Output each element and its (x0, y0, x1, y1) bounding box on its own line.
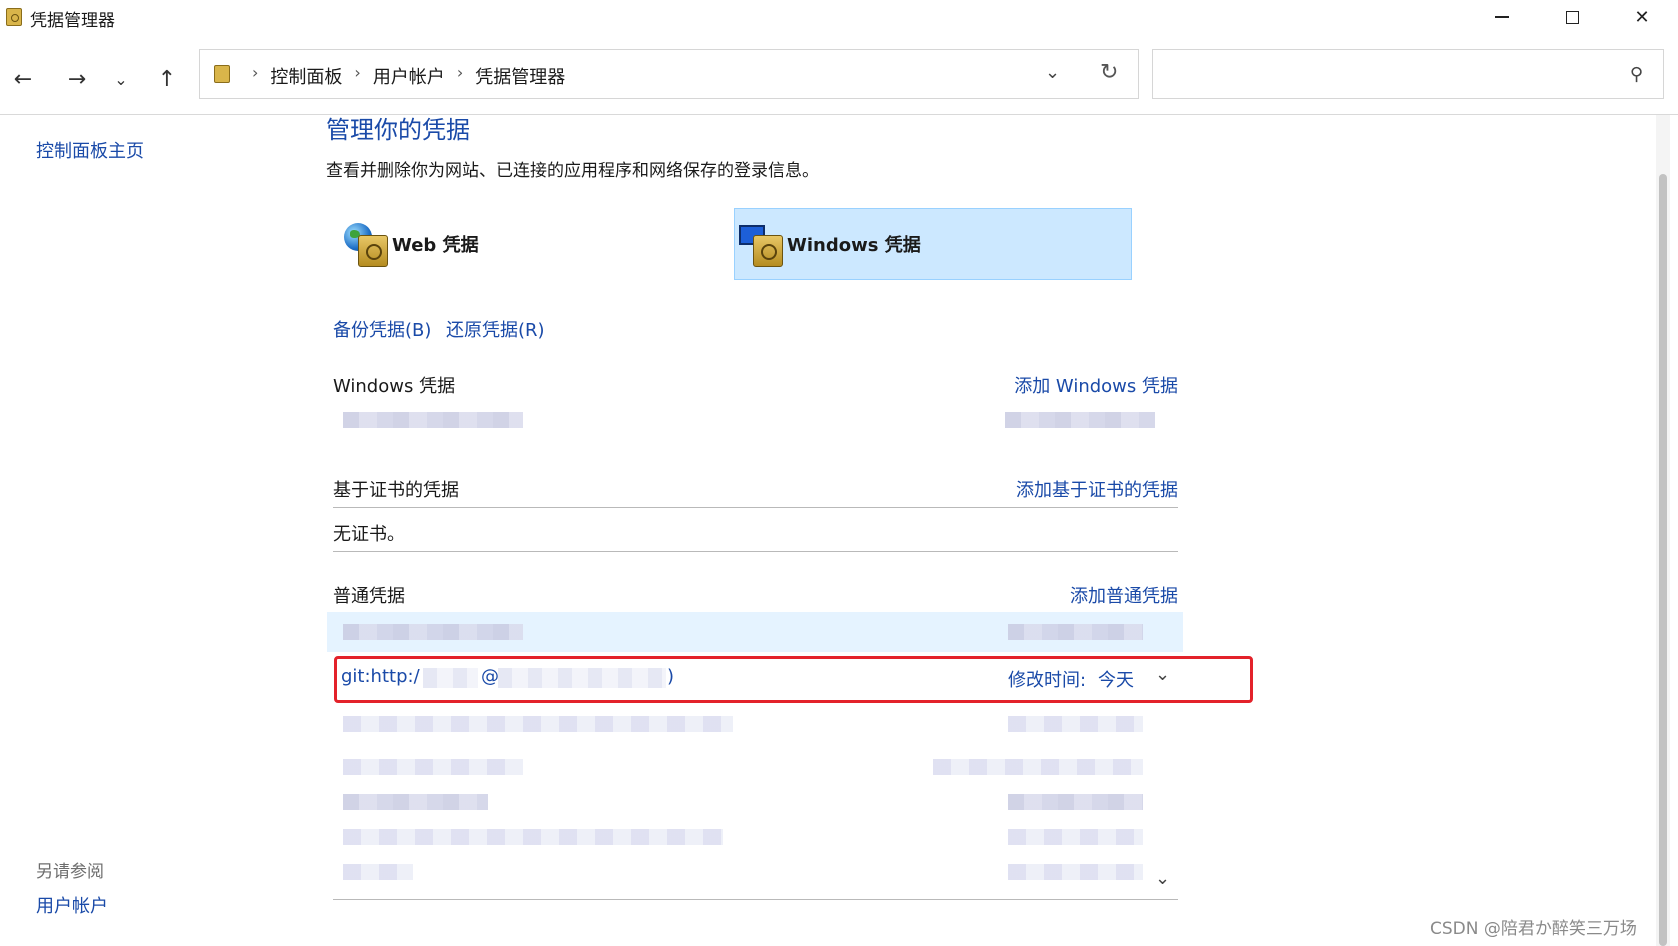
chevron-down-icon: ⌄ (114, 69, 128, 89)
breadcrumb-credential-manager[interactable]: 凭据管理器 (475, 63, 565, 89)
list-item[interactable] (333, 403, 1178, 437)
window-title: 凭据管理器 (30, 11, 115, 31)
refresh-button[interactable]: ↻ (1100, 60, 1118, 85)
title-bar: 凭据管理器 ✕ (0, 0, 1678, 34)
windows-credentials-heading: Windows 凭据 (333, 376, 456, 397)
recent-locations-button[interactable]: ⌄ (106, 64, 136, 94)
backup-credentials-link[interactable]: 备份凭据(B) (333, 316, 431, 342)
sidebar-user-accounts-link[interactable]: 用户帐户 (36, 892, 108, 918)
windows-credentials-icon (737, 219, 785, 269)
credential-manager-icon (6, 8, 22, 26)
breadcrumb-separator: › (456, 63, 464, 82)
list-item[interactable] (333, 707, 1178, 741)
up-arrow-icon: ↑ (157, 66, 177, 92)
windows-credentials-label: Windows 凭据 (787, 235, 921, 256)
page-description: 查看并删除你为网站、已连接的应用程序和网络保存的登录信息。 (326, 161, 819, 181)
up-button[interactable]: ↑ (152, 64, 182, 94)
add-windows-credential-link[interactable]: 添加 Windows 凭据 (1014, 372, 1178, 398)
annotation-highlight-box (334, 656, 1253, 703)
search-icon: ⚲ (1629, 64, 1643, 85)
watermark: CSDN @陪君か醉笑三万场 (1430, 919, 1637, 939)
refresh-icon: ↻ (1100, 60, 1119, 85)
minimize-icon (1495, 16, 1509, 18)
sidebar-control-panel-home[interactable]: 控制面板主页 (36, 137, 144, 163)
divider (333, 507, 1178, 508)
chevron-down-icon: ⌄ (1045, 62, 1061, 83)
expand-chevron-icon[interactable]: ⌄ (1155, 868, 1170, 889)
minimize-button[interactable] (1470, 0, 1534, 34)
back-arrow-icon: ← (13, 66, 33, 92)
list-item[interactable] (333, 820, 1178, 854)
page-title: 管理你的凭据 (326, 116, 470, 144)
forward-arrow-icon: → (67, 66, 87, 92)
add-certificate-credential-link[interactable]: 添加基于证书的凭据 (1016, 476, 1178, 502)
add-generic-credential-link[interactable]: 添加普通凭据 (1070, 582, 1178, 608)
list-item[interactable] (333, 750, 1178, 784)
maximize-icon (1565, 10, 1579, 24)
no-certificates-text: 无证书。 (333, 524, 405, 545)
navigation-bar: ← → ⌄ ↑ › 控制面板 › 用户帐户 › 凭据管理器 ⌄ ↻ ⚲ (0, 34, 1678, 115)
breadcrumb-user-accounts[interactable]: 用户帐户 (373, 63, 445, 89)
address-dropdown-button[interactable]: ⌄ (1045, 62, 1060, 83)
windows-credentials-tab[interactable]: Windows 凭据 (734, 208, 1132, 280)
close-icon: ✕ (1634, 6, 1650, 28)
forward-button[interactable]: → (62, 64, 92, 94)
web-credentials-icon (342, 219, 390, 269)
see-also-heading: 另请参阅 (36, 862, 104, 882)
divider (333, 899, 1178, 900)
breadcrumb-control-panel[interactable]: 控制面板 (270, 63, 342, 89)
back-button[interactable]: ← (8, 64, 38, 94)
breadcrumb-separator: › (354, 63, 361, 82)
list-item[interactable] (333, 785, 1178, 819)
certificate-credentials-heading: 基于证书的凭据 (333, 480, 459, 501)
breadcrumb: › 控制面板 › 用户帐户 › 凭据管理器 (240, 63, 565, 89)
address-bar[interactable]: › 控制面板 › 用户帐户 › 凭据管理器 ⌄ ↻ (199, 49, 1139, 99)
list-item[interactable] (333, 855, 1178, 889)
close-button[interactable]: ✕ (1610, 0, 1674, 34)
scrollbar-thumb[interactable] (1659, 174, 1667, 946)
divider (333, 551, 1178, 552)
generic-credentials-heading: 普通凭据 (333, 586, 405, 607)
list-item[interactable] (333, 615, 1178, 649)
breadcrumb-separator: › (252, 63, 259, 82)
maximize-button[interactable] (1540, 0, 1604, 34)
web-credentials-tab[interactable]: Web 凭据 (340, 208, 720, 280)
web-credentials-label: Web 凭据 (392, 235, 479, 256)
search-input[interactable]: ⚲ (1152, 49, 1664, 99)
restore-credentials-link[interactable]: 还原凭据(R) (446, 316, 545, 342)
credential-manager-icon (214, 65, 230, 83)
